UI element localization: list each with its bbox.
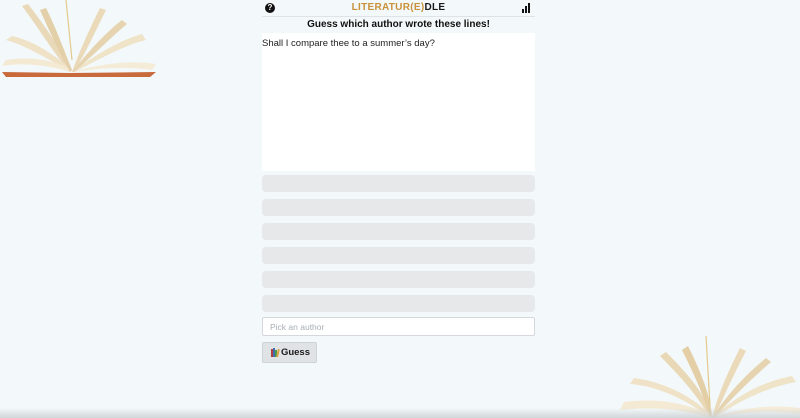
guess-button-label: Guess bbox=[280, 347, 310, 358]
guess-slot bbox=[262, 295, 535, 312]
quote-text: Shall I compare thee to a summer’s day? bbox=[262, 38, 435, 49]
books-icon bbox=[271, 348, 280, 358]
guess-slot bbox=[262, 271, 535, 288]
guess-slot bbox=[262, 199, 535, 216]
game-panel: ? LITERATUR(E)DLE Guess which author wro… bbox=[262, 0, 535, 363]
guess-slot bbox=[262, 247, 535, 264]
top-bar: ? LITERATUR(E)DLE bbox=[262, 0, 535, 17]
logo-plain-text: DLE bbox=[424, 2, 446, 13]
open-book-illustration bbox=[2, 0, 156, 77]
bottom-shadow bbox=[0, 408, 800, 418]
guess-button[interactable]: Guess bbox=[262, 342, 317, 363]
stats-bar-chart-icon[interactable] bbox=[522, 3, 532, 13]
app-logo: LITERATUR(E)DLE bbox=[262, 2, 535, 13]
quote-box: Shall I compare thee to a summer’s day? bbox=[262, 33, 535, 171]
author-search-input[interactable] bbox=[262, 317, 535, 336]
guess-slot bbox=[262, 223, 535, 240]
open-book-illustration bbox=[620, 336, 800, 418]
page-title: Guess which author wrote these lines! bbox=[307, 19, 490, 30]
guess-slot bbox=[262, 175, 535, 192]
guess-slots bbox=[262, 175, 535, 312]
logo-accent-text: LITERATUR(E) bbox=[351, 2, 425, 13]
